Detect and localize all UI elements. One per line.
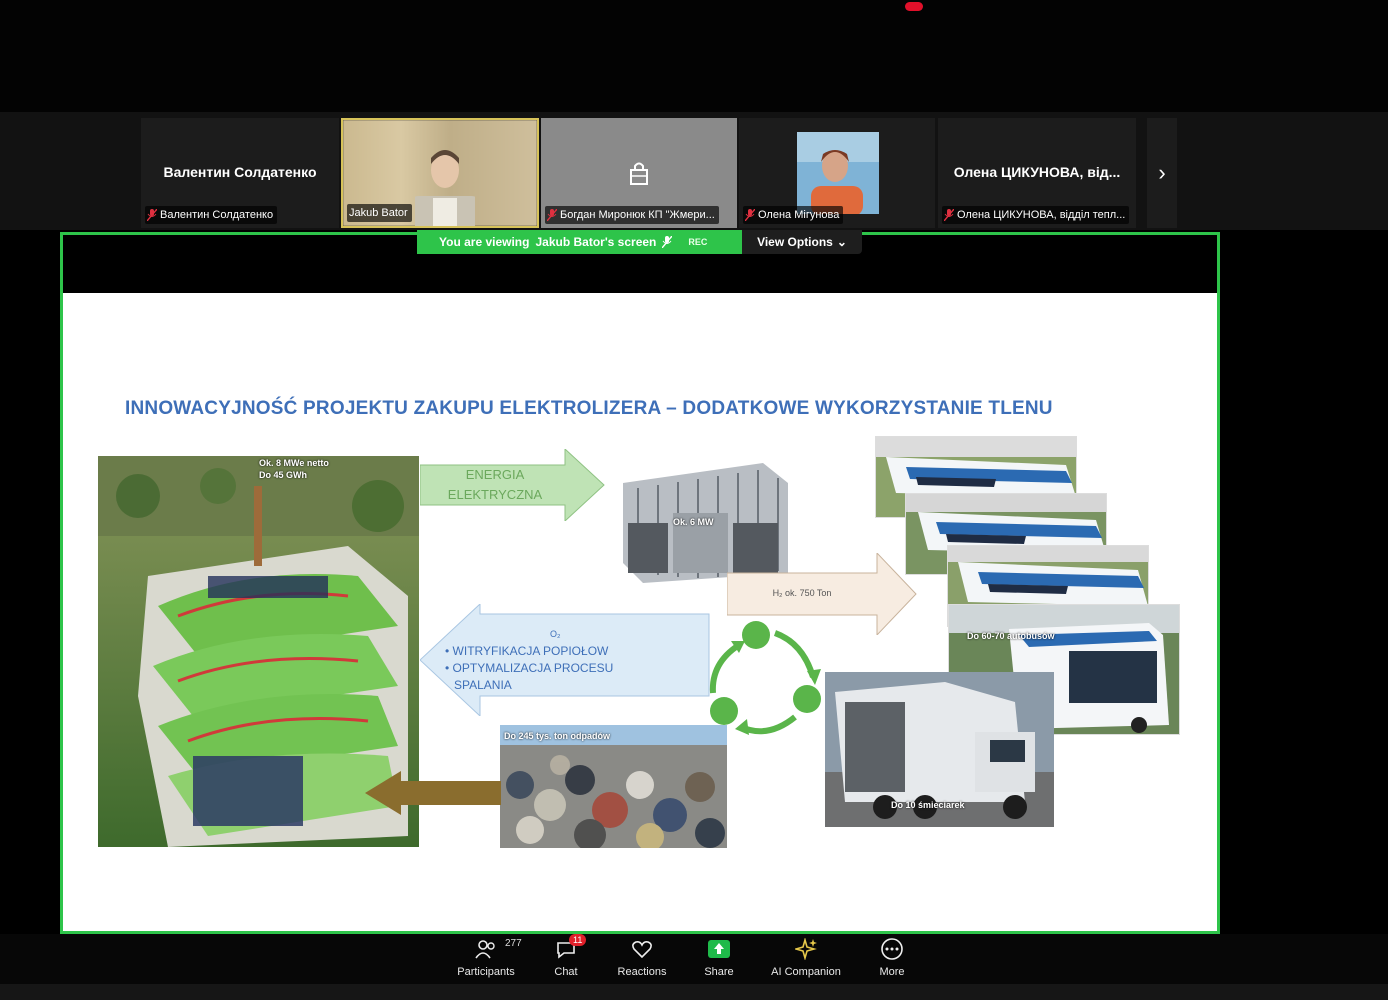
- waste-caption: Do 245 tys. ton odpadów: [504, 731, 611, 741]
- share-label: Share: [704, 966, 734, 978]
- participant-name-text: Богдан Миронюк КП "Жмери...: [560, 209, 715, 221]
- avatar-icon: [627, 160, 651, 186]
- participant-tile[interactable]: Олена ЦИКУНОВА, від... Олена ЦИКУНОВА, в…: [938, 118, 1136, 228]
- rec-indicator: REC: [688, 237, 708, 247]
- mic-muted-icon: [943, 208, 955, 222]
- participant-name-label: Валентин Солдатенко: [145, 206, 278, 224]
- chat-button[interactable]: 11 Chat: [526, 934, 606, 982]
- heart-icon: [631, 936, 653, 962]
- mic-muted-icon: [546, 208, 558, 222]
- participant-name-label: Jakub Bator: [347, 204, 412, 222]
- next-page-button[interactable]: ›: [1147, 118, 1177, 228]
- sharer-name: Jakub Bator's screen: [535, 235, 657, 249]
- buses-caption: Do 60-70 autobusów: [967, 631, 1055, 641]
- chat-unread-badge: 11: [569, 934, 587, 946]
- viewing-prefix: You are viewing: [439, 235, 530, 249]
- reactions-button[interactable]: Reactions: [602, 936, 682, 982]
- top-black-area: [0, 0, 1388, 112]
- view-options-button[interactable]: View Options ⌄: [742, 230, 862, 254]
- reactions-label: Reactions: [617, 966, 667, 978]
- share-screen-icon: [707, 936, 731, 962]
- oxygen-use-item: • OPTYMALIZACJA PROCESU SPALANIA: [445, 661, 614, 692]
- participants-icon: 277: [475, 936, 522, 962]
- participant-tile[interactable]: Олена Мігунова: [739, 118, 935, 228]
- chevron-down-icon: ⌄: [836, 235, 847, 249]
- energy-arrow-line2: ELEKTRYCZNA: [447, 487, 543, 502]
- ai-companion-button[interactable]: AI Companion: [764, 936, 848, 982]
- waste-photo: Do 245 tys. ton odpadów: [500, 725, 727, 848]
- participant-video: [797, 132, 879, 214]
- more-button[interactable]: More: [852, 936, 932, 982]
- participant-video-person: [415, 150, 475, 226]
- ai-companion-label: AI Companion: [771, 966, 841, 978]
- oxygen-use-text: WITRYFIKACJA POPIOŁOW: [452, 644, 609, 658]
- oxygen-use-item: • WITRYFIKACJA POPIOŁOW: [445, 644, 609, 658]
- participant-name-label: Богдан Миронюк КП "Жмери...: [545, 206, 719, 224]
- plant-power-caption: Ok. 8 MWe netto: [259, 458, 329, 468]
- participant-name-text: Олена ЦИКУНОВА, відділ тепл...: [957, 209, 1126, 221]
- chevron-right-icon: ›: [1158, 160, 1166, 185]
- view-options-label: View Options: [757, 235, 833, 249]
- participant-name-label: Олена Мігунова: [743, 206, 844, 224]
- oxygen-label: O₂: [550, 629, 561, 639]
- recording-indicator: [905, 2, 923, 11]
- truck-caption: Do 10 śmieciarek: [891, 800, 965, 810]
- electrolyzer-caption: Ok. 6 MW: [673, 517, 714, 527]
- chat-icon: 11: [555, 934, 587, 962]
- hydrogen-arrow-label: H₂ ok. 750 Ton: [772, 588, 832, 598]
- sparkle-icon: [795, 936, 817, 962]
- mic-muted-icon: [146, 208, 158, 222]
- mic-muted-icon: [661, 235, 673, 249]
- chat-label: Chat: [554, 966, 578, 978]
- oxygen-uses-list: • WITRYFIKACJA POPIOŁOW • OPTYMALIZACJA …: [445, 643, 645, 694]
- participants-count: 277: [505, 938, 522, 949]
- participant-tile[interactable]: Богдан Миронюк КП "Жмери...: [541, 118, 737, 228]
- more-icon: [880, 936, 904, 962]
- energy-arrow-line1: ENERGIA: [465, 467, 525, 482]
- participant-name-text: Jakub Bator: [349, 207, 408, 219]
- participant-tile[interactable]: Валентин Солдатенко Валентин Солдатенко: [141, 118, 339, 228]
- garbage-truck-photo: Do 10 śmieciarek: [825, 672, 1054, 827]
- participant-display-name: Олена ЦИКУНОВА, від...: [953, 164, 1121, 180]
- participant-name-text: Олена Мігунова: [758, 209, 840, 221]
- participant-name-label: Олена ЦИКУНОВА, відділ тепл...: [942, 206, 1130, 224]
- oxygen-use-text: OPTYMALIZACJA PROCESU SPALANIA: [452, 661, 614, 692]
- share-button[interactable]: Share: [679, 936, 759, 982]
- waste-feed-arrow: [365, 771, 501, 815]
- viewing-banner: You are viewing Jakub Bator's screen REC: [417, 230, 742, 254]
- participant-tile-active-speaker[interactable]: Jakub Bator: [341, 118, 539, 228]
- bottom-status-strip: [0, 984, 1388, 1000]
- more-label: More: [879, 966, 905, 978]
- presentation-slide: INNOWACYJNOŚĆ PROJEKTU ZAKUPU ELEKTROLIZ…: [63, 293, 1217, 931]
- mic-muted-icon: [744, 208, 756, 222]
- energy-arrow-label: ENERGIA ELEKTRYCZNA: [420, 465, 570, 505]
- participant-display-name: Валентин Солдатенко: [163, 164, 317, 180]
- participant-name-text: Валентин Солдатенко: [160, 209, 274, 221]
- participants-button[interactable]: 277 Participants: [446, 936, 526, 982]
- plant-energy-caption: Do 45 GWh: [259, 470, 308, 480]
- participants-label: Participants: [457, 966, 515, 978]
- slide-title: INNOWACYJNOŚĆ PROJEKTU ZAKUPU ELEKTROLIZ…: [125, 398, 1053, 419]
